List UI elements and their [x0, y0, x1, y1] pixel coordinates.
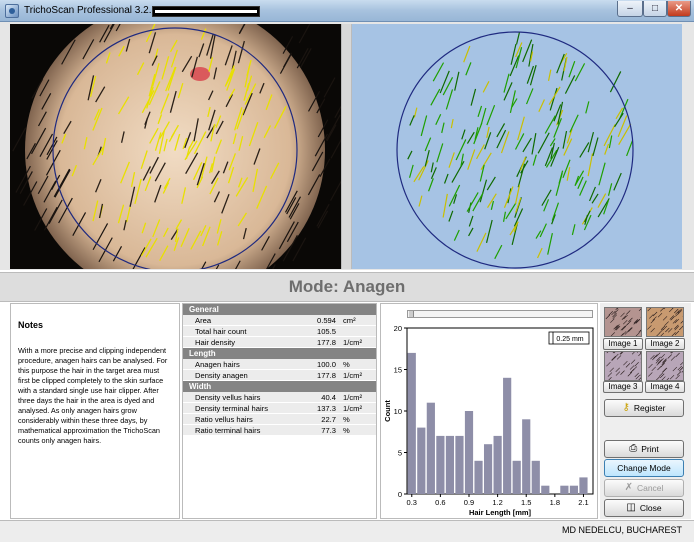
- close-window-button[interactable]: ✕: [667, 1, 691, 17]
- status-credit: MD NEDELCU, BUCHAREST: [561, 525, 682, 535]
- table-row: Area 0.594 cm²: [183, 315, 376, 326]
- histogram-bar: [417, 427, 426, 494]
- image-area: [0, 22, 694, 270]
- mode-header: Mode: Anagen: [0, 272, 694, 302]
- histogram-bar: [560, 485, 569, 494]
- x-tick-label: 0.6: [435, 498, 445, 507]
- app-icon: [5, 4, 19, 18]
- histogram-bar: [493, 435, 502, 494]
- image-3-button[interactable]: Image 3: [603, 381, 643, 393]
- thumbnail-4[interactable]: [646, 351, 684, 381]
- thumbnail-2[interactable]: [646, 307, 684, 337]
- x-tick-label: 1.2: [492, 498, 502, 507]
- table-row: Ratio vellus hairs 22.7%: [183, 414, 376, 425]
- section-general: General: [183, 304, 376, 315]
- x-tick-label: 0.3: [407, 498, 417, 507]
- image-2-button[interactable]: Image 2: [645, 338, 685, 350]
- status-bar: MD NEDELCU, BUCHAREST: [0, 520, 694, 542]
- cancel-button[interactable]: ✗ Cancel: [604, 479, 684, 497]
- x-tick-label: 2.1: [578, 498, 588, 507]
- thumbnail-3[interactable]: [604, 351, 642, 381]
- notes-panel: Notes With a more precise and clipping i…: [10, 303, 180, 519]
- histogram-bar: [436, 435, 445, 494]
- histogram-bar: [483, 444, 493, 494]
- histogram-bar: [531, 460, 540, 494]
- minimize-button[interactable]: –: [617, 1, 643, 17]
- table-row: Anagen hairs 100.0%: [183, 359, 376, 370]
- notes-text: With a more precise and clipping indepen…: [18, 346, 168, 445]
- y-tick-label: 20: [394, 324, 402, 333]
- image-1-button[interactable]: Image 1: [603, 338, 643, 350]
- x-axis-label: Hair Length [mm]: [469, 508, 532, 517]
- y-tick-label: 0: [398, 490, 402, 499]
- title-progress-bar: [152, 6, 260, 17]
- printer-icon: ⎙: [629, 443, 638, 454]
- y-axis-label: Count: [383, 400, 392, 422]
- analysis-image: [352, 24, 682, 269]
- minimize-icon: –: [627, 3, 633, 14]
- results-table: General Area 0.594 cm² Total hair count 105…: [182, 303, 377, 519]
- histogram-bar: [541, 485, 550, 494]
- change-mode-button[interactable]: Change Mode: [604, 459, 684, 477]
- pane-divider[interactable]: [341, 24, 352, 269]
- control-panel: Image 1 Image 2 Image 3 Image 4 ⚷ Regist…: [600, 303, 691, 519]
- table-row: Ratio terminal hairs 77.3%: [183, 425, 376, 436]
- scalp-image: [10, 24, 341, 269]
- table-row: Hair density 177.8 1/cm²: [183, 337, 376, 348]
- mode-label: Mode: Anagen: [288, 277, 406, 296]
- histogram-bar: [579, 477, 588, 494]
- image-4-button[interactable]: Image 4: [645, 381, 685, 393]
- histogram-svg: 0 5 10 15 20 0.3 0.6 0.9 1.2 1.5 1.8 2.1 Hair Length…: [383, 324, 594, 517]
- bin-width-label: 0.25 mm: [556, 336, 583, 343]
- table-row: Density vellus hairs 40.4 1/cm²: [183, 392, 376, 403]
- histogram-bar: [474, 460, 483, 494]
- hair-length-histogram: 0 5 10 15 20 0.3 0.6 0.9 1.2 1.5 1.8 2.1 Hair Length…: [380, 303, 598, 519]
- scalp-image-pane[interactable]: [10, 24, 341, 269]
- door-icon: ◫: [626, 502, 636, 513]
- y-tick-label: 15: [394, 366, 402, 375]
- x-tick-label: 0.9: [464, 498, 474, 507]
- analysis-image-pane[interactable]: [352, 24, 682, 269]
- x-tick-label: 1.8: [550, 498, 560, 507]
- y-tick-label: 10: [394, 407, 402, 416]
- x-tick-label: 1.5: [521, 498, 531, 507]
- section-width: Width: [183, 381, 376, 392]
- key-icon: ⚷: [622, 402, 630, 413]
- thumbnail-1[interactable]: [604, 307, 642, 337]
- table-row: Total hair count 105.5: [183, 326, 376, 337]
- histogram-bar: [455, 435, 464, 494]
- histogram-bar: [464, 411, 474, 494]
- y-tick-label: 5: [398, 449, 402, 458]
- section-length: Length: [183, 348, 376, 359]
- table-row: Density anagen 177.8 1/cm²: [183, 370, 376, 381]
- print-button[interactable]: ⎙ Print: [604, 440, 684, 458]
- close-button[interactable]: ◫ Close: [604, 499, 684, 517]
- notes-heading: Notes: [18, 320, 44, 330]
- histogram-bar: [512, 460, 521, 494]
- histogram-bar: [522, 419, 531, 494]
- histogram-bar: [503, 377, 512, 494]
- cancel-x-icon: ✗: [624, 482, 633, 493]
- maximize-button[interactable]: □: [643, 1, 667, 17]
- histogram-bar: [569, 485, 579, 494]
- title-bar: TrichoScan Professional 3.2.12.82 – □ ✕: [0, 0, 694, 22]
- table-row: Density terminal hairs 137.3 1/cm²: [183, 403, 376, 414]
- maximize-icon: □: [651, 3, 659, 14]
- histogram-bar: [445, 435, 455, 494]
- register-button[interactable]: ⚷ Register: [604, 399, 684, 417]
- histogram-bar: [407, 352, 416, 494]
- histogram-bar: [426, 402, 435, 494]
- close-icon: ✕: [674, 3, 684, 14]
